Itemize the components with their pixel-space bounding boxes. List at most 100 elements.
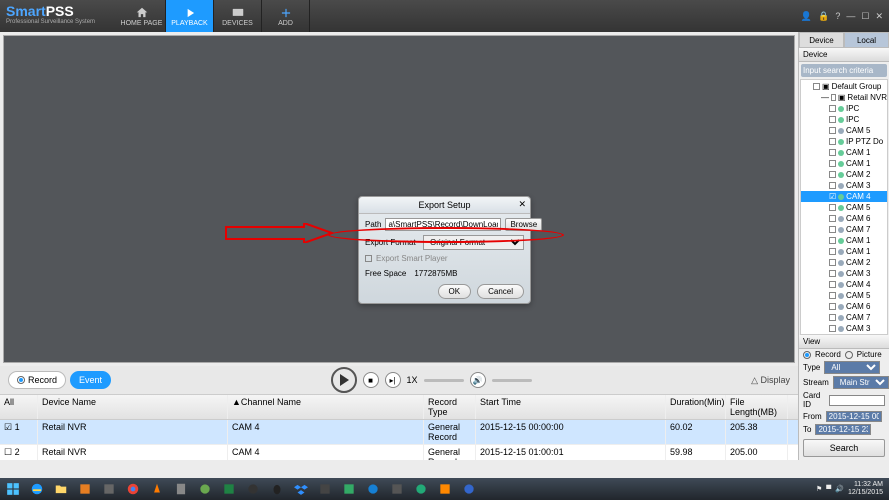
ok-button[interactable]: OK <box>438 284 472 299</box>
sidebar-tab-device[interactable]: Device <box>799 32 844 48</box>
app-icon-7[interactable] <box>362 480 384 498</box>
volume-button[interactable]: 🔊 <box>470 372 486 388</box>
explorer-icon[interactable] <box>50 480 72 498</box>
volume-slider[interactable] <box>492 379 532 382</box>
record-radio[interactable] <box>803 351 811 359</box>
table-row[interactable]: ☐ 2Retail NVRCAM 4General Record2015-12-… <box>0 445 798 460</box>
stop-button[interactable]: ■ <box>363 372 379 388</box>
tray-flag-icon[interactable]: ⚑ <box>816 485 822 493</box>
tray-clock[interactable]: 11:32 AM 12/15/2015 <box>848 481 883 497</box>
excel-icon[interactable] <box>218 480 240 498</box>
penguin-icon[interactable] <box>266 480 288 498</box>
tab-playback[interactable]: PLAYBACK <box>166 0 214 32</box>
tree-camera-item[interactable]: CAM 2 <box>801 169 887 180</box>
app-icon-9[interactable] <box>410 480 432 498</box>
device-tree[interactable]: ▣ Default Group — ▣ Retail NVR IPC IPC C… <box>800 79 888 335</box>
to-input[interactable] <box>815 424 871 435</box>
tree-group[interactable]: ▣ Default Group <box>801 81 887 92</box>
sidebar-tab-local[interactable]: Local <box>844 32 889 48</box>
vlc-icon[interactable] <box>146 480 168 498</box>
app-icon-11[interactable] <box>458 480 480 498</box>
tab-devices[interactable]: DEVICES <box>214 0 262 32</box>
search-button[interactable]: Search <box>803 439 885 457</box>
speed-slider[interactable] <box>424 379 464 382</box>
col-duration[interactable]: Duration(Min) <box>666 395 726 419</box>
record-mode-button[interactable]: Record <box>8 371 66 389</box>
help-icon[interactable]: ? <box>835 11 840 21</box>
app-icon-2[interactable] <box>98 480 120 498</box>
tree-camera-item[interactable]: CAM 6 <box>801 213 887 224</box>
app-icon-5[interactable] <box>314 480 336 498</box>
app-icon-4[interactable] <box>242 480 264 498</box>
tray-vol-icon[interactable]: 🔊 <box>835 485 844 493</box>
tree-camera-item[interactable]: CAM 2 <box>801 257 887 268</box>
play-button[interactable] <box>331 367 357 393</box>
tree-camera-item[interactable]: ☑ CAM 4 <box>801 191 887 202</box>
tree-camera-item[interactable]: CAM 1 <box>801 246 887 257</box>
tree-nvr[interactable]: — ▣ Retail NVR <box>801 92 887 103</box>
tab-add[interactable]: ADD <box>262 0 310 32</box>
tree-camera-item[interactable]: IPC <box>801 114 887 125</box>
path-input[interactable] <box>385 218 501 231</box>
chrome-icon[interactable] <box>122 480 144 498</box>
tab-devices-label: DEVICES <box>222 20 253 27</box>
tree-camera-item[interactable]: CAM 1 <box>801 147 887 158</box>
app-icon-10[interactable] <box>434 480 456 498</box>
dropbox-icon[interactable] <box>290 480 312 498</box>
browse-button[interactable]: Browse <box>505 218 542 231</box>
col-device[interactable]: Device Name <box>38 395 228 419</box>
tree-camera-item[interactable]: CAM 3 <box>801 323 887 334</box>
tray-net-icon[interactable]: ▀ <box>826 486 831 493</box>
col-start[interactable]: Start Time <box>476 395 666 419</box>
minimize-icon[interactable]: — <box>846 11 855 21</box>
lock-icon[interactable]: 🔒 <box>818 11 829 22</box>
tree-camera-item[interactable]: CAM 3 <box>801 268 887 279</box>
app-icon-8[interactable] <box>386 480 408 498</box>
app-icon-6[interactable] <box>338 480 360 498</box>
app-icon-1[interactable] <box>74 480 96 498</box>
display-toggle[interactable]: △ Display <box>751 375 790 386</box>
tree-camera-item[interactable]: CAM 4 <box>801 279 887 290</box>
smart-player-checkbox[interactable]: Export Smart Player <box>365 254 524 263</box>
ie-icon[interactable] <box>26 480 48 498</box>
type-select[interactable]: All <box>824 361 880 374</box>
event-mode-button[interactable]: Event <box>70 371 111 389</box>
record-label: Record <box>28 375 57 385</box>
close-icon[interactable]: ✕ <box>875 11 883 22</box>
tree-camera-item[interactable]: CAM 5 <box>801 202 887 213</box>
card-id-input[interactable] <box>829 395 885 406</box>
tree-camera-item[interactable]: CAM 5 <box>801 290 887 301</box>
tree-camera-item[interactable]: CAM 1 <box>801 235 887 246</box>
table-row[interactable]: ☑ 1Retail NVRCAM 4General Record2015-12-… <box>0 420 798 445</box>
cancel-button[interactable]: Cancel <box>477 284 524 299</box>
user-icon[interactable]: 👤 <box>801 11 812 22</box>
type-label: Type <box>803 363 820 372</box>
tree-camera-item[interactable]: IP PTZ Do <box>801 136 887 147</box>
device-search-input[interactable]: Input search criteria <box>801 64 887 77</box>
tree-camera-item[interactable]: CAM 7 <box>801 312 887 323</box>
start-button[interactable] <box>2 480 24 498</box>
step-button[interactable]: ▸| <box>385 372 401 388</box>
col-length[interactable]: File Length(MB) <box>726 395 788 419</box>
tree-camera-item[interactable]: CAM 6 <box>801 301 887 312</box>
col-record-type[interactable]: Record Type <box>424 395 476 419</box>
dialog-close-icon[interactable]: ✕ <box>518 199 526 210</box>
from-input[interactable] <box>826 411 882 422</box>
col-all[interactable]: All <box>0 395 38 419</box>
from-label: From <box>803 412 822 421</box>
maximize-icon[interactable]: ☐ <box>861 11 869 22</box>
stream-select[interactable]: Main Stream <box>833 376 889 389</box>
devices-icon <box>230 6 246 20</box>
tree-camera-item[interactable]: CAM 7 <box>801 224 887 235</box>
app-icon-3[interactable] <box>194 480 216 498</box>
format-select[interactable]: Original Format <box>423 235 524 250</box>
calc-icon[interactable] <box>170 480 192 498</box>
tree-camera-item[interactable]: CAM 1 <box>801 158 887 169</box>
tree-camera-item[interactable]: CAM 5 <box>801 125 887 136</box>
picture-radio[interactable] <box>845 351 853 359</box>
tree-camera-item[interactable]: CAM 3 <box>801 180 887 191</box>
tree-camera-item[interactable]: IPC <box>801 103 887 114</box>
col-channel[interactable]: ▲ Channel Name <box>228 395 424 419</box>
system-tray[interactable]: ⚑ ▀ 🔊 11:32 AM 12/15/2015 <box>816 481 887 497</box>
tab-home[interactable]: HOME PAGE <box>118 0 166 32</box>
